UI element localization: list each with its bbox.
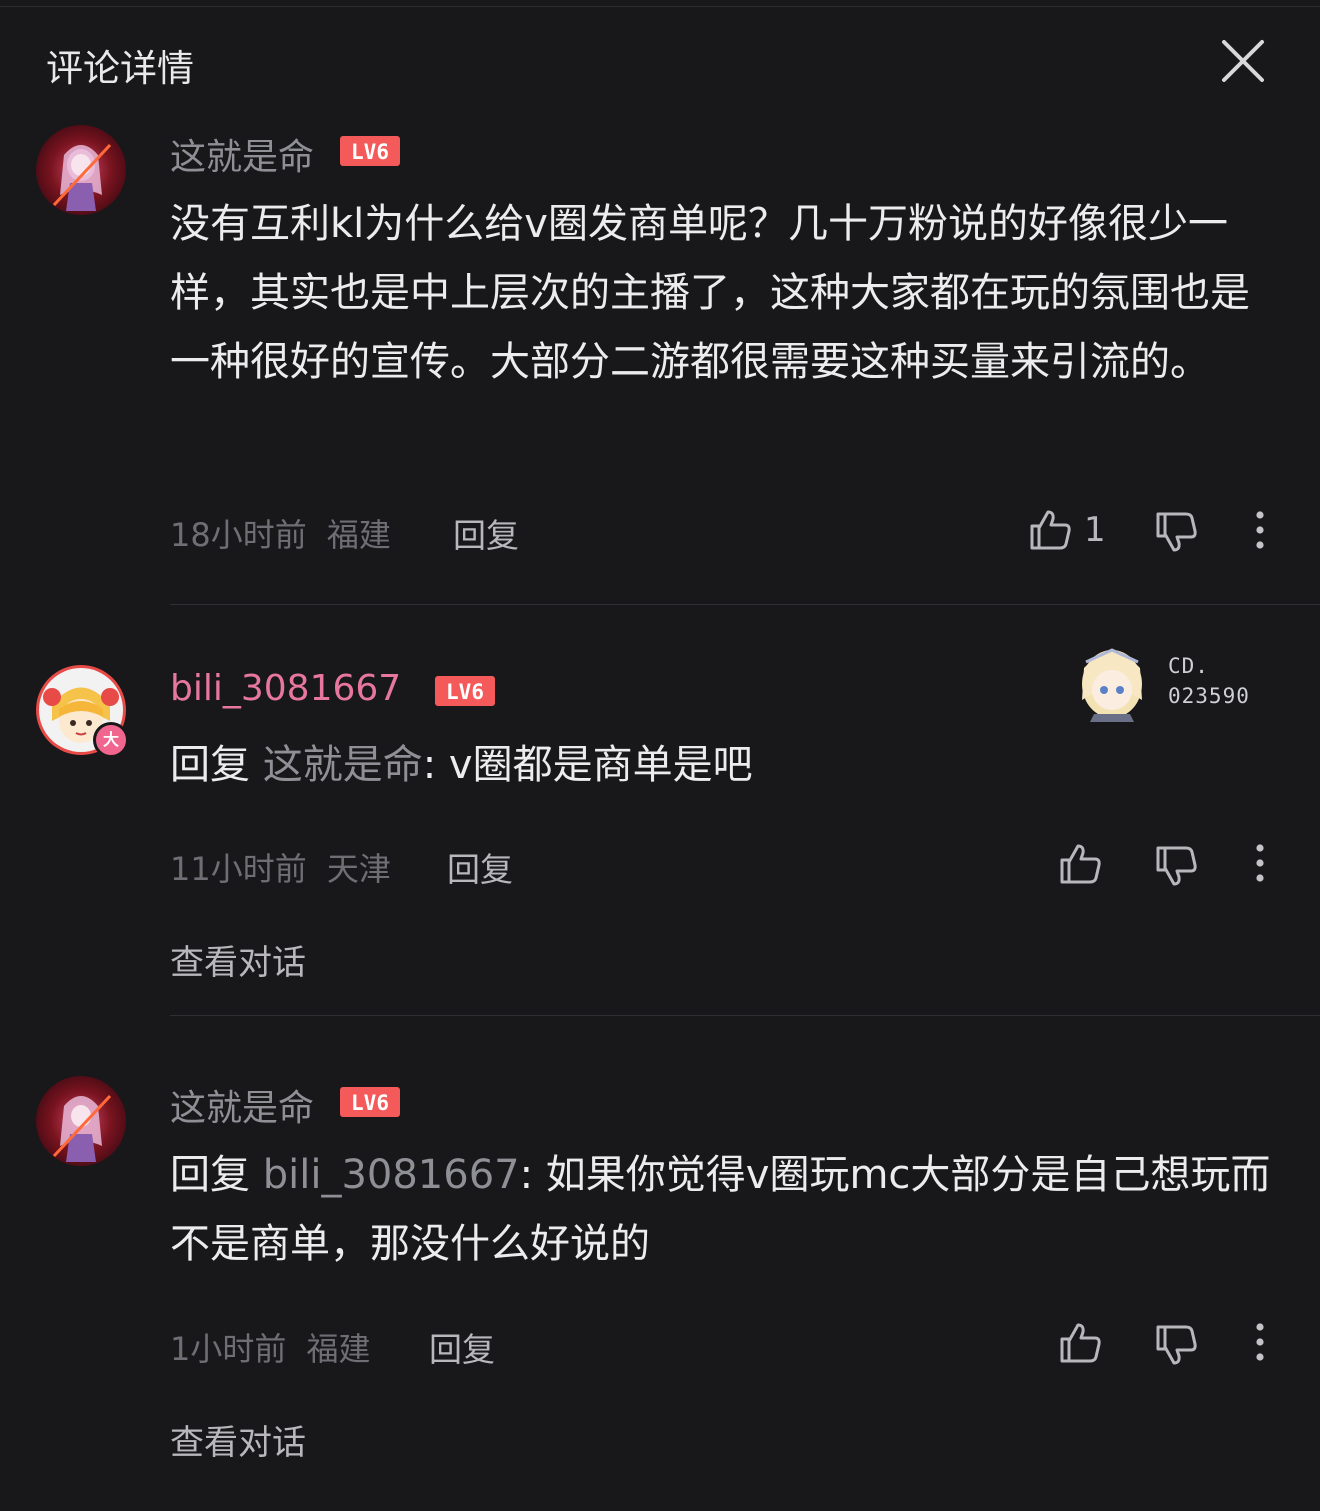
more-icon[interactable]	[1236, 839, 1284, 887]
username[interactable]: bili_3081667	[170, 668, 401, 709]
reply-prefix: 回复	[170, 742, 250, 788]
close-icon[interactable]	[1214, 34, 1270, 90]
mention-link[interactable]: 这就是命	[263, 742, 423, 788]
comment-text: 没有互利kl为什么给v圈发商单呢？几十万粉说的好像很少一样，其实也是中上层次的主…	[170, 201, 1250, 385]
fan-badge-icon	[1082, 648, 1142, 722]
level-badge: LV6	[340, 136, 400, 166]
level-badge: LV6	[435, 676, 495, 706]
level-text: LV6	[446, 680, 484, 704]
thumbs-down-icon[interactable]	[1152, 1321, 1200, 1369]
fan-badge[interactable]: CD. 023590	[1074, 640, 1274, 722]
username[interactable]: 这就是命	[170, 1079, 314, 1131]
thumbs-up-icon[interactable]	[1026, 506, 1074, 554]
more-icon[interactable]	[1236, 506, 1284, 554]
thumbs-down-icon[interactable]	[1152, 508, 1200, 556]
fan-badge-line2: 023590	[1168, 684, 1250, 708]
thumbs-up-icon[interactable]	[1056, 840, 1104, 888]
top-divider	[0, 6, 1320, 7]
location: 福建	[306, 1330, 371, 1368]
level-text: LV6	[351, 140, 389, 164]
reply-body: : v圈都是商单是吧	[422, 742, 753, 788]
view-conversation-link[interactable]: 查看对话	[170, 1415, 306, 1464]
level-badge: LV6	[340, 1087, 400, 1117]
divider	[170, 604, 1320, 605]
reply-button[interactable]: 回复	[453, 509, 519, 557]
comment-text: 回复 bili_3081667: 如果你觉得v圈玩mc大部分是自己想玩而不是商单…	[170, 1141, 1280, 1279]
avatar[interactable]	[36, 1076, 126, 1166]
page-title: 评论详情	[46, 47, 194, 90]
level-text: LV6	[351, 1091, 389, 1115]
timestamp: 11小时前	[170, 850, 307, 888]
more-icon[interactable]	[1236, 1318, 1284, 1366]
location: 天津	[326, 850, 391, 888]
avatar[interactable]	[36, 125, 126, 215]
comment-text: 回复 这就是命: v圈都是商单是吧	[170, 731, 1280, 800]
timestamp: 18小时前	[170, 516, 307, 554]
timestamp-location: 1小时前 福建	[170, 1324, 371, 1370]
mention-link[interactable]: bili_3081667	[263, 1152, 520, 1198]
thumbs-down-icon[interactable]	[1152, 842, 1200, 890]
timestamp: 1小时前	[170, 1330, 287, 1368]
vip-badge: 大	[93, 722, 129, 758]
fan-badge-line1: CD.	[1168, 654, 1209, 678]
like-count: 1	[1084, 510, 1106, 550]
view-conversation-link[interactable]: 查看对话	[170, 935, 306, 984]
thumbs-up-icon[interactable]	[1056, 1319, 1104, 1367]
divider	[170, 1015, 1320, 1016]
username[interactable]: 这就是命	[170, 128, 314, 180]
timestamp-location: 11小时前 天津	[170, 844, 391, 890]
location: 福建	[326, 516, 391, 554]
timestamp-location: 18小时前 福建	[170, 510, 391, 556]
reply-button[interactable]: 回复	[429, 1323, 495, 1371]
reply-button[interactable]: 回复	[447, 843, 513, 891]
reply-prefix: 回复	[170, 1152, 250, 1198]
